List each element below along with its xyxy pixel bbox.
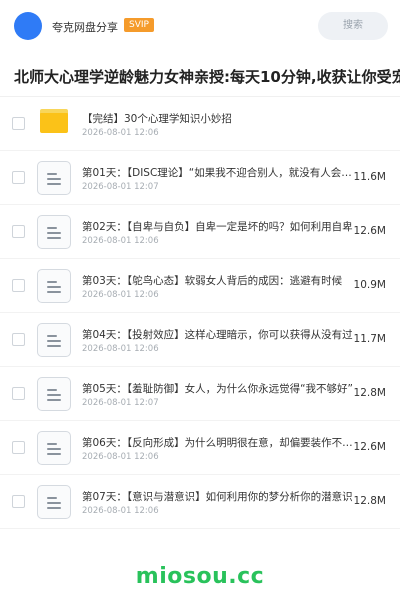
avatar[interactable] bbox=[14, 12, 42, 40]
watermark: miosou.cc bbox=[135, 564, 265, 589]
file-name: 第04天：【投射效应】这样心理暗示，你可以获得从没有过 bbox=[82, 329, 353, 341]
file-row[interactable]: 第06天：【反向形成】为什么明明很在意，却偏要装作不在乎 2026-08-01 … bbox=[0, 421, 400, 475]
file-size: 10.9M bbox=[353, 279, 386, 291]
file-name: 第05天：【羞耻防御】女人，为什么你永远觉得“我不够好” bbox=[82, 383, 353, 395]
file-time: 2026-08-01 12:06 bbox=[82, 128, 159, 138]
file-time: 2026-08-01 12:07 bbox=[82, 182, 159, 192]
file-name: 第06天：【反向形成】为什么明明很在意，却偏要装作不在乎 bbox=[82, 437, 354, 449]
row-checkbox[interactable] bbox=[12, 171, 25, 184]
document-icon bbox=[37, 269, 71, 303]
file-size: 12.8M bbox=[353, 387, 386, 399]
file-row[interactable]: 第01天：【DISC理论】“如果我不迎合别人，就没有人会喜欢我” 2026-08… bbox=[0, 151, 400, 205]
file-size: 12.8M bbox=[353, 495, 386, 507]
file-name: 第02天：【自卑与自负】自卑一定是坏的吗？如何利用自卑 bbox=[82, 221, 353, 233]
document-icon bbox=[37, 215, 71, 249]
page-title: 北师大心理学逆龄魅力女神亲授:每天10分钟,收获让你受宠 bbox=[14, 68, 400, 86]
file-row[interactable]: 第05天：【羞耻防御】女人，为什么你永远觉得“我不够好” 2026-08-01 … bbox=[0, 367, 400, 421]
file-row[interactable]: 第07天：【意识与潜意识】如何利用你的梦分析你的潜意识 2026-08-01 1… bbox=[0, 475, 400, 529]
row-checkbox[interactable] bbox=[12, 495, 25, 508]
svip-badge: SVIP bbox=[124, 18, 154, 32]
row-checkbox[interactable] bbox=[12, 117, 25, 130]
file-name: 第07天：【意识与潜意识】如何利用你的梦分析你的潜意识 bbox=[82, 491, 353, 503]
file-name: 第01天：【DISC理论】“如果我不迎合别人，就没有人会喜欢我” bbox=[82, 167, 354, 179]
brand-name: 夸克网盘分享 bbox=[52, 21, 118, 34]
row-checkbox[interactable] bbox=[12, 225, 25, 238]
file-size: 12.6M bbox=[353, 441, 386, 453]
row-checkbox[interactable] bbox=[12, 387, 25, 400]
file-time: 2026-08-01 12:06 bbox=[82, 290, 159, 300]
file-time: 2026-08-01 12:06 bbox=[82, 506, 159, 516]
document-icon bbox=[37, 377, 71, 411]
row-checkbox[interactable] bbox=[12, 279, 25, 292]
file-size: 11.6M bbox=[353, 171, 386, 183]
row-checkbox[interactable] bbox=[12, 333, 25, 346]
document-icon bbox=[37, 485, 71, 519]
app-header: 夸克网盘分享 SVIP 搜索 bbox=[0, 0, 400, 52]
file-name: 第03天：【鸵鸟心态】软弱女人背后的成因：逃避有时候 bbox=[82, 275, 343, 287]
file-time: 2026-08-01 12:07 bbox=[82, 398, 159, 408]
search-input[interactable]: 搜索 bbox=[318, 12, 388, 40]
document-icon bbox=[37, 323, 71, 357]
file-row[interactable]: 【完结】30个心理学知识小妙招 2026-08-01 12:06 bbox=[0, 97, 400, 151]
file-name: 【完结】30个心理学知识小妙招 bbox=[82, 113, 232, 125]
file-time: 2026-08-01 12:06 bbox=[82, 452, 159, 462]
document-icon bbox=[37, 161, 71, 195]
file-size: 11.7M bbox=[353, 333, 386, 345]
document-icon bbox=[37, 431, 71, 465]
folder-icon bbox=[40, 109, 68, 133]
file-time: 2026-08-01 12:06 bbox=[82, 344, 159, 354]
file-row[interactable]: 第02天：【自卑与自负】自卑一定是坏的吗？如何利用自卑 2026-08-01 1… bbox=[0, 205, 400, 259]
file-row[interactable]: 第03天：【鸵鸟心态】软弱女人背后的成因：逃避有时候 2026-08-01 12… bbox=[0, 259, 400, 313]
file-row[interactable]: 第04天：【投射效应】这样心理暗示，你可以获得从没有过 2026-08-01 1… bbox=[0, 313, 400, 367]
file-time: 2026-08-01 12:06 bbox=[82, 236, 159, 246]
file-list: 【完结】30个心理学知识小妙招 2026-08-01 12:06 第01天：【D… bbox=[0, 97, 400, 529]
file-size: 12.6M bbox=[353, 225, 386, 237]
row-checkbox[interactable] bbox=[12, 441, 25, 454]
